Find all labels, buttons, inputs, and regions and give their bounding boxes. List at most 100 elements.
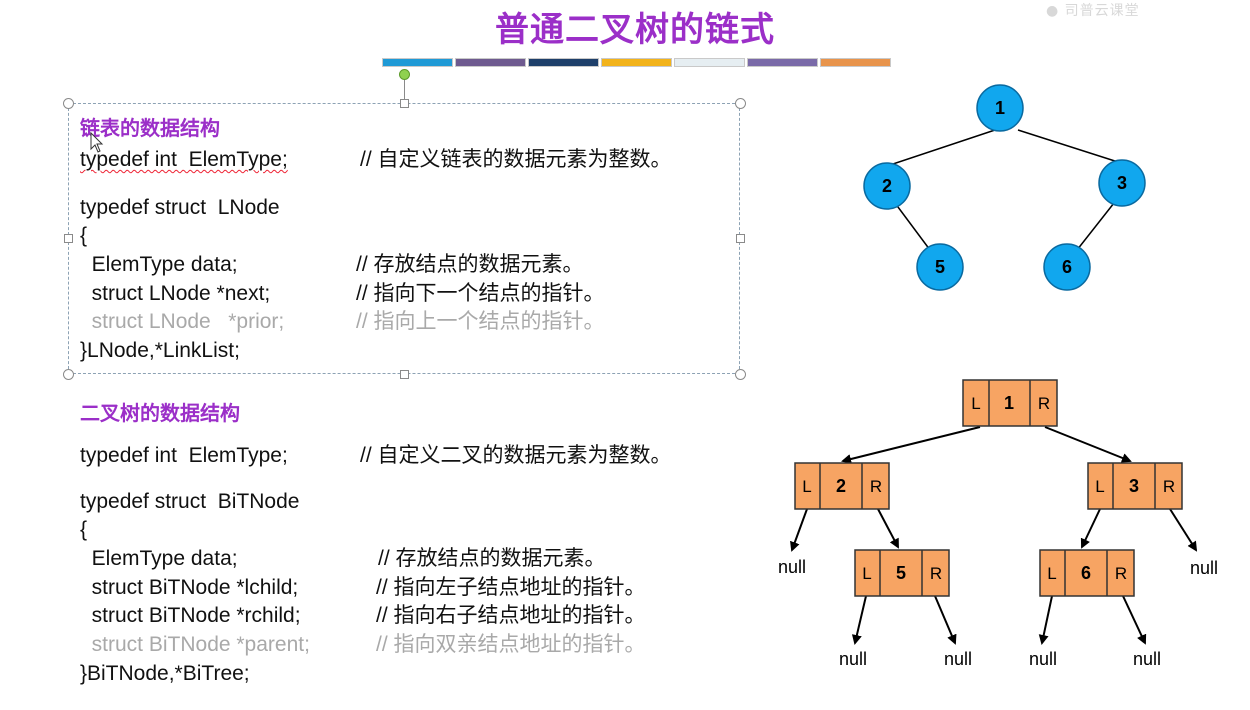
cell-left-label: L	[971, 394, 980, 413]
cell-right-label: R	[870, 477, 882, 496]
tree-arrow	[1044, 426, 1132, 463]
tree-arrow	[790, 508, 808, 552]
color-swatch	[455, 58, 526, 67]
resize-handle-top[interactable]	[400, 99, 409, 108]
circle-tree-nodes: 1 2 3 5 6	[863, 84, 1146, 291]
tree-arrow	[877, 508, 899, 549]
cell-left-label: L	[802, 477, 811, 496]
code-comment: // 指向双亲结点地址的指针。	[376, 633, 646, 656]
linked-tree-node: L 5 R	[854, 549, 950, 597]
tree-node	[976, 84, 1024, 132]
code-comment: // 存放结点的数据元素。	[356, 253, 584, 276]
tree-arrow	[1122, 595, 1147, 645]
code-line: struct BiTNode *parent;	[80, 633, 310, 656]
code-line: }LNode,*LinkList;	[80, 339, 240, 362]
slide-title: 普通二叉树的链式	[495, 10, 775, 50]
tree-node	[1098, 159, 1146, 207]
tree-node	[1043, 243, 1091, 291]
resize-handle-bottom[interactable]	[400, 370, 409, 379]
linked-tree-node: L 2 R	[794, 462, 890, 510]
code-line: }BiTNode,*BiTree;	[80, 662, 250, 685]
code-comment: // 指向下一个结点的指针。	[356, 282, 605, 305]
cell-value: 1	[1004, 393, 1014, 413]
circle-tree-edges	[886, 129, 1119, 251]
tree-arrow	[1038, 595, 1053, 645]
rotate-handle[interactable]	[399, 69, 410, 80]
tree-arrow	[934, 595, 957, 645]
cell-right-label: R	[1038, 394, 1050, 413]
cell-value: 6	[1081, 563, 1091, 583]
null-label: null	[1190, 558, 1218, 578]
color-swatch	[820, 58, 891, 67]
code-line: ElemType data;	[80, 253, 238, 276]
code-comment: // 指向右子结点地址的指针。	[376, 604, 646, 627]
null-label: null	[1029, 649, 1057, 669]
code-line: {	[80, 518, 88, 541]
code-line: {	[80, 224, 88, 247]
resize-handle-right[interactable]	[736, 234, 745, 243]
tree-node-label: 3	[1117, 173, 1127, 193]
null-label: null	[944, 649, 972, 669]
tree-edge	[1076, 202, 1115, 251]
tree-node-label: 2	[882, 176, 892, 196]
tree-node-label: 1	[995, 98, 1005, 118]
color-swatch	[382, 58, 453, 67]
color-bar	[382, 58, 891, 68]
resize-handle-bottom-right[interactable]	[735, 369, 746, 380]
code-line: ElemType data;	[80, 547, 238, 570]
code-line: struct BiTNode *rchild;	[80, 604, 301, 627]
linked-tree-node: L 3 R	[1087, 462, 1183, 510]
resize-handle-left[interactable]	[64, 234, 73, 243]
code-line: typedef int ElemType;	[80, 148, 288, 171]
tree-edge	[886, 129, 996, 167]
code-line: struct LNode *next;	[80, 282, 271, 305]
null-label: null	[1133, 649, 1161, 669]
tree-arrow	[851, 595, 867, 645]
tree-edge	[894, 202, 931, 251]
linked-tree-node: L 6 R	[1039, 549, 1135, 597]
rotate-handle-stem	[404, 78, 405, 100]
tree-arrow	[1169, 508, 1198, 552]
cell-left-label: L	[862, 564, 871, 583]
binary-tree-heading: 二叉树的数据结构	[80, 401, 240, 425]
code-line: typedef struct BiTNode	[80, 490, 300, 513]
code-comment: // 指向左子结点地址的指针。	[376, 576, 646, 599]
tree-node	[863, 162, 911, 210]
color-swatch	[528, 58, 599, 67]
mouse-cursor-icon	[90, 132, 104, 153]
code-line: struct BiTNode *lchild;	[80, 576, 299, 599]
cell-value: 5	[896, 563, 906, 583]
linked-tree-edges	[790, 426, 1198, 645]
code-comment: // 自定义链表的数据元素为整数。	[360, 148, 672, 171]
cell-right-label: R	[930, 564, 942, 583]
cell-value: 3	[1129, 476, 1139, 496]
code-comment: // 存放结点的数据元素。	[378, 547, 606, 570]
color-swatch	[601, 58, 672, 67]
code-line: struct LNode *prior;	[80, 310, 285, 333]
color-swatch	[747, 58, 818, 67]
code-comment: // 自定义二叉的数据元素为整数。	[360, 444, 672, 467]
code-line: typedef int ElemType;	[80, 444, 288, 467]
color-swatch	[674, 58, 745, 67]
tree-node-label: 6	[1062, 257, 1072, 277]
tree-arrow	[1080, 508, 1101, 549]
cell-left-label: L	[1047, 564, 1056, 583]
resize-handle-top-left[interactable]	[63, 98, 74, 109]
null-labels: null null null null null null	[778, 557, 1218, 669]
cell-left-label: L	[1095, 477, 1104, 496]
resize-handle-top-right[interactable]	[735, 98, 746, 109]
cell-right-label: R	[1115, 564, 1127, 583]
tree-node	[916, 243, 964, 291]
resize-handle-bottom-left[interactable]	[63, 369, 74, 380]
code-comment: // 指向上一个结点的指针。	[356, 310, 605, 333]
linked-tree-node: L 1 R	[962, 379, 1058, 427]
code-line: typedef struct LNode	[80, 196, 280, 219]
tree-node-label: 5	[935, 257, 945, 277]
tree-arrow	[841, 426, 981, 464]
null-label: null	[778, 557, 806, 577]
watermark: ● 司普云课堂	[1046, 3, 1140, 19]
cell-right-label: R	[1163, 477, 1175, 496]
tree-edge	[1017, 129, 1119, 163]
cell-value: 2	[836, 476, 846, 496]
null-label: null	[839, 649, 867, 669]
